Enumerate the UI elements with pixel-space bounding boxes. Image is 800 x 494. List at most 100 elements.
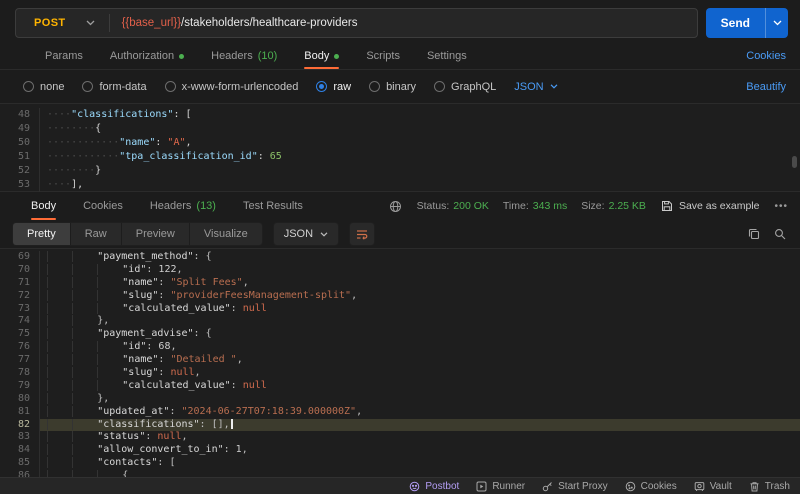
code-line-81[interactable]: 81 "updated_at": "2024-06-27T07:18:39.00… <box>0 406 800 419</box>
tab-scripts[interactable]: Scripts <box>366 43 400 69</box>
wrap-text-button[interactable] <box>349 222 375 246</box>
view-pretty[interactable]: Pretty <box>13 223 71 245</box>
line-number: 82 <box>0 419 40 432</box>
tab-settings[interactable]: Settings <box>427 43 467 69</box>
footer-cookies[interactable]: Cookies <box>625 481 677 492</box>
send-options-button[interactable] <box>765 8 788 38</box>
token-p: : <box>158 367 170 378</box>
radio-dot <box>372 84 377 89</box>
save-as-example-button[interactable]: Save as example <box>661 200 760 212</box>
tab-body[interactable]: Body <box>31 192 56 220</box>
code-line-71[interactable]: 71 "name": "Split Fees", <box>0 277 800 290</box>
line-number: 80 <box>0 393 40 406</box>
line-number: 70 <box>0 264 40 277</box>
footer-trash[interactable]: Trash <box>749 481 790 492</box>
radio-circle <box>165 81 176 92</box>
proxy-icon <box>542 481 553 492</box>
beautify-link[interactable]: Beautify <box>746 81 786 93</box>
language-selector[interactable]: JSON <box>514 81 557 93</box>
radio-binary[interactable]: binary <box>369 81 416 93</box>
footer-runner[interactable]: Runner <box>476 481 525 492</box>
footer-postbot[interactable]: Postbot <box>409 481 459 492</box>
token-p: , <box>195 367 201 378</box>
radio-none[interactable]: none <box>23 81 64 93</box>
network-globe-icon[interactable] <box>389 200 402 213</box>
token-p: , <box>242 444 248 455</box>
code-line-50[interactable]: 50············"name": "A", <box>0 136 800 150</box>
indent-guide <box>47 264 72 275</box>
code-line-70[interactable]: 70 "id": 122, <box>0 264 800 277</box>
indent-guide <box>47 444 72 455</box>
response-meta: Status:200 OKTime:343 msSize:2.25 KB Sav… <box>389 200 788 213</box>
code-line-75[interactable]: 75 "payment_advise": { <box>0 328 800 341</box>
view-visualize[interactable]: Visualize <box>190 223 262 245</box>
code-line-77[interactable]: 77 "name": "Detailed ", <box>0 354 800 367</box>
method-selector[interactable]: POST <box>16 17 109 29</box>
code-line-82[interactable]: 82 "classifications": [], <box>0 419 800 432</box>
radio-dot <box>437 84 442 89</box>
whitespace-dots: ············ <box>47 151 119 162</box>
code-line-79[interactable]: 79 "calculated_value": null <box>0 380 800 393</box>
postbot-icon <box>409 481 420 492</box>
copy-icon[interactable] <box>748 228 760 240</box>
request-body-editor[interactable]: 48····"classifications": [49········{50·… <box>0 103 800 192</box>
view-preview[interactable]: Preview <box>122 223 190 245</box>
token-s: "Split Fees" <box>170 277 242 288</box>
code-content: ····"classifications": [ <box>40 108 800 122</box>
line-number: 79 <box>0 380 40 393</box>
code-line-74[interactable]: 74 }, <box>0 315 800 328</box>
indent-guide <box>47 406 72 417</box>
token-u: null <box>157 431 181 442</box>
code-line-76[interactable]: 76 "id": 68, <box>0 341 800 354</box>
save-icon <box>661 200 673 212</box>
indent-guide <box>72 419 97 430</box>
code-line-53[interactable]: 53····], <box>0 178 800 192</box>
radio-form-data[interactable]: form-data <box>82 81 146 93</box>
tab-params[interactable]: Params <box>45 43 83 69</box>
tab-body[interactable]: Body <box>304 43 339 69</box>
search-icon[interactable] <box>774 228 786 240</box>
code-line-48[interactable]: 48····"classifications": [ <box>0 108 800 122</box>
scrollbar-thumb[interactable] <box>792 156 797 168</box>
radio-dot <box>85 84 90 89</box>
radio-circle <box>82 81 93 92</box>
indent-guide <box>47 341 72 352</box>
code-line-84[interactable]: 84 "allow_convert_to_in": 1, <box>0 444 800 457</box>
code-line-85[interactable]: 85 "contacts": [ <box>0 457 800 470</box>
token-p: ], <box>71 179 83 190</box>
send-button[interactable]: Send <box>706 8 765 38</box>
footer-start-proxy[interactable]: Start Proxy <box>542 481 607 492</box>
response-body-editor[interactable]: 69 "payment_method": {70 "id": 122,71 "n… <box>0 248 800 482</box>
url-input[interactable]: {{base_url}}/stakeholders/healthcare-pro… <box>110 17 358 29</box>
tab-authorization[interactable]: Authorization <box>110 43 184 69</box>
tab-headers[interactable]: Headers(10) <box>211 43 277 69</box>
tab-label: Authorization <box>110 50 174 62</box>
code-line-83[interactable]: 83 "status": null, <box>0 431 800 444</box>
runner-icon <box>476 481 487 492</box>
radio-raw[interactable]: raw <box>316 81 351 93</box>
code-line-73[interactable]: 73 "calculated_value": null <box>0 303 800 316</box>
more-options-icon[interactable]: ••• <box>774 201 788 212</box>
code-line-51[interactable]: 51············"tpa_classification_id": 6… <box>0 150 800 164</box>
tab-label: Headers <box>150 200 192 212</box>
code-line-69[interactable]: 69 "payment_method": { <box>0 251 800 264</box>
radio-graphql[interactable]: GraphQL <box>434 81 496 93</box>
code-line-80[interactable]: 80 }, <box>0 393 800 406</box>
token-p: , <box>243 277 249 288</box>
code-line-49[interactable]: 49········{ <box>0 122 800 136</box>
tab-cookies[interactable]: Cookies <box>83 192 123 220</box>
cookies-link[interactable]: Cookies <box>746 50 786 62</box>
tab-headers[interactable]: Headers(13) <box>150 192 216 220</box>
code-line-78[interactable]: 78 "slug": null, <box>0 367 800 380</box>
view-raw[interactable]: Raw <box>71 223 122 245</box>
code-line-52[interactable]: 52········} <box>0 164 800 178</box>
response-language-selector[interactable]: JSON <box>273 222 339 246</box>
radio-x-www-form-urlencoded[interactable]: x-www-form-urlencoded <box>165 81 299 93</box>
line-number: 83 <box>0 431 40 444</box>
indent-guide <box>47 328 72 339</box>
tab-test-results[interactable]: Test Results <box>243 192 303 220</box>
code-line-72[interactable]: 72 "slug": "providerFeesManagement-split… <box>0 290 800 303</box>
send-button-group: Send <box>706 8 788 38</box>
save-as-example-label: Save as example <box>679 200 760 212</box>
footer-vault[interactable]: Vault <box>694 481 732 492</box>
